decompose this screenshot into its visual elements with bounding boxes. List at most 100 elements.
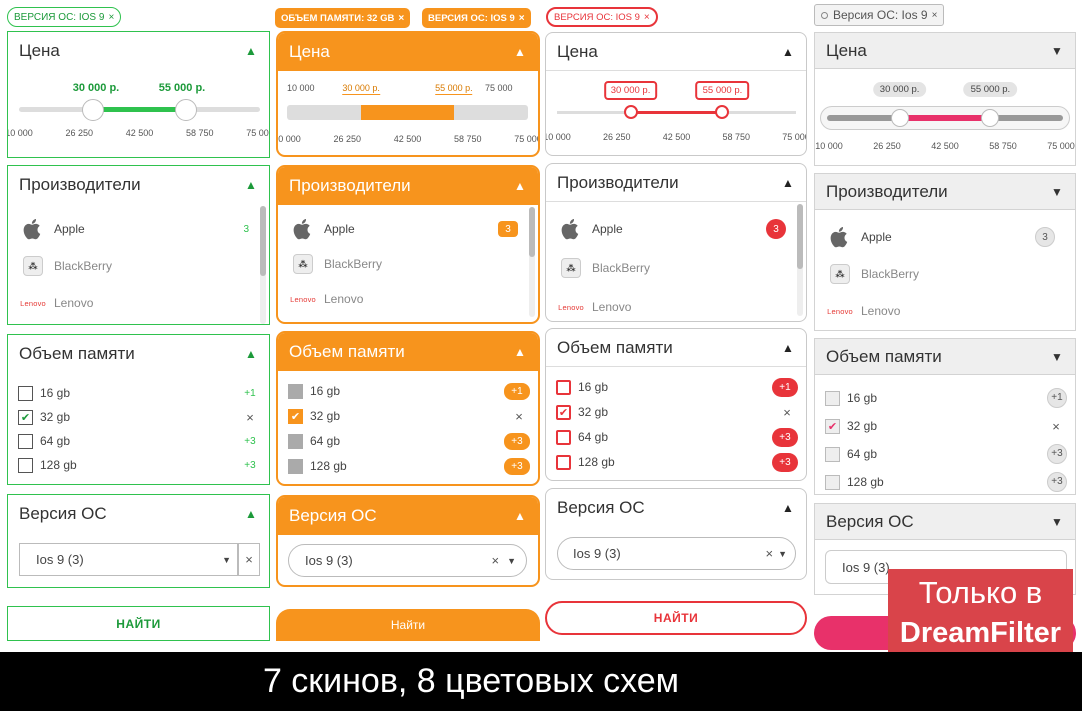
memory-option[interactable]: 128 gb +3 (825, 470, 1067, 494)
brand-item[interactable]: Lenovo Lenovo (288, 284, 518, 314)
panel-header[interactable]: Объем памяти ▲ (8, 335, 269, 373)
active-filter-tag[interactable]: Версия ОС: Ios 9 × (814, 4, 945, 26)
memory-option[interactable]: 16 gb +1 (288, 379, 530, 403)
panel-header[interactable]: Цена ▲ (8, 32, 269, 70)
panel-header[interactable]: Производители ▲ (8, 166, 269, 204)
panel-header[interactable]: Объем памяти ▼ (815, 339, 1075, 375)
checkbox[interactable]: ✔ (288, 408, 303, 424)
checkbox[interactable] (18, 385, 33, 401)
checkbox[interactable]: ✔ (825, 418, 840, 434)
close-icon[interactable]: × (519, 13, 525, 24)
chevron-down-icon[interactable]: ▼ (1039, 185, 1075, 199)
chevron-up-icon[interactable]: ▲ (233, 178, 269, 192)
memory-option[interactable]: ✔ 32 gb × (556, 400, 798, 424)
slider-handle-min[interactable] (890, 109, 909, 127)
chevron-up-icon[interactable]: ▲ (770, 45, 806, 59)
slider-handle-min[interactable] (623, 105, 638, 119)
panel-header[interactable]: Цена ▼ (815, 33, 1075, 69)
checkbox[interactable] (825, 474, 840, 490)
chevron-down-icon[interactable]: ▼ (1039, 515, 1075, 529)
close-icon[interactable]: × (932, 10, 938, 21)
find-button[interactable]: Найти (276, 609, 540, 641)
active-filter-tag[interactable]: ВЕРСИЯ ОС: IOS 9 × (546, 7, 658, 27)
close-icon[interactable]: × (108, 12, 114, 23)
scrollbar[interactable] (797, 204, 803, 269)
slider-handle-max[interactable] (174, 99, 197, 121)
brand-item[interactable]: Lenovo Lenovo (18, 288, 249, 318)
memory-option[interactable]: ✔ 32 gb × (288, 404, 530, 428)
chevron-up-icon[interactable]: ▲ (502, 509, 538, 523)
brand-item[interactable]: Apple 3 (556, 214, 786, 244)
dropdown-arrow-icon[interactable]: ▼ (778, 549, 787, 559)
checkbox[interactable] (288, 458, 303, 474)
remove-icon[interactable]: × (239, 410, 261, 425)
checkbox[interactable]: ✔ (556, 404, 571, 420)
close-icon[interactable]: × (398, 13, 404, 24)
chevron-down-icon[interactable]: ▼ (1039, 350, 1075, 364)
active-filter-tag[interactable]: ВЕРСИЯ ОС: IOS 9 × (7, 7, 122, 27)
memory-option[interactable]: 64 gb +3 (288, 429, 530, 453)
memory-option[interactable]: 16 gb +1 (18, 381, 261, 405)
chevron-up-icon[interactable]: ▲ (233, 44, 269, 58)
memory-option[interactable]: 64 gb +3 (556, 425, 798, 449)
scrollbar[interactable] (260, 206, 266, 276)
dropdown-arrow-icon[interactable]: ▼ (222, 555, 231, 565)
brand-item[interactable]: ⁂ BlackBerry (825, 259, 1055, 289)
checkbox[interactable] (825, 446, 840, 462)
checkbox[interactable] (288, 433, 303, 449)
panel-header[interactable]: Производители ▲ (546, 164, 806, 202)
panel-header[interactable]: Цена ▲ (278, 33, 538, 71)
memory-option[interactable]: 64 gb +3 (825, 442, 1067, 466)
brand-item[interactable]: Apple 3 (18, 214, 249, 244)
scrollbar[interactable] (529, 207, 535, 257)
chevron-up-icon[interactable]: ▲ (770, 501, 806, 515)
brand-item[interactable]: Apple 3 (288, 214, 518, 244)
panel-header[interactable]: Производители ▲ (278, 167, 538, 205)
slider-range[interactable] (361, 105, 454, 120)
chevron-up-icon[interactable]: ▲ (233, 347, 269, 361)
chevron-up-icon[interactable]: ▲ (770, 341, 806, 355)
panel-header[interactable]: Цена ▲ (546, 33, 806, 71)
panel-header[interactable]: Производители ▼ (815, 174, 1075, 210)
active-filter-tag[interactable]: ВЕРСИЯ ОС: IOS 9 × (422, 8, 531, 28)
panel-header[interactable]: Объем памяти ▲ (278, 333, 538, 371)
dropdown-arrow-icon[interactable]: ▼ (507, 556, 516, 566)
checkbox[interactable] (18, 457, 33, 473)
chevron-down-icon[interactable]: ▼ (1039, 44, 1075, 58)
brand-item[interactable]: ⁂ BlackBerry (556, 253, 786, 283)
memory-option[interactable]: 16 gb +1 (825, 386, 1067, 410)
active-filter-tag[interactable]: ОБЪЕМ ПАМЯТИ: 32 GB × (275, 8, 411, 28)
chevron-up-icon[interactable]: ▲ (502, 45, 538, 59)
clear-icon[interactable]: × (491, 553, 499, 568)
find-button[interactable]: НАЙТИ (545, 601, 807, 635)
remove-icon[interactable]: × (776, 405, 798, 420)
panel-header[interactable]: Версия ОС ▲ (546, 489, 806, 527)
memory-option[interactable]: 128 gb +3 (18, 453, 261, 477)
checkbox[interactable] (556, 379, 571, 395)
checkbox[interactable] (18, 433, 33, 449)
memory-option[interactable]: 16 gb +1 (556, 375, 798, 399)
checkbox[interactable] (288, 383, 303, 399)
memory-option[interactable]: 64 gb +3 (18, 429, 261, 453)
clear-select-button[interactable]: × (238, 543, 260, 576)
os-select[interactable]: Ios 9 (3) × ▼ (557, 537, 796, 570)
panel-header[interactable]: Версия ОС ▲ (8, 495, 269, 533)
os-select[interactable]: Ios 9 (3) ▼ (19, 543, 238, 576)
slider-handle-max[interactable] (981, 109, 1000, 127)
checkbox[interactable] (556, 454, 571, 470)
os-select[interactable]: Ios 9 (3) × ▼ (288, 544, 527, 577)
checkbox[interactable] (825, 390, 840, 406)
brand-item[interactable]: Lenovo Lenovo (556, 292, 786, 321)
remove-icon[interactable]: × (1045, 419, 1067, 434)
chevron-up-icon[interactable]: ▲ (233, 507, 269, 521)
panel-header[interactable]: Версия ОС ▲ (278, 497, 538, 535)
brand-item[interactable]: ⁂ BlackBerry (18, 251, 249, 281)
clear-icon[interactable]: × (765, 546, 773, 561)
slider-handle-min[interactable] (82, 99, 105, 121)
memory-option[interactable]: ✔ 32 gb × (18, 405, 261, 429)
brand-item[interactable]: ⁂ BlackBerry (288, 249, 518, 279)
brand-item[interactable]: Lenovo Lenovo (825, 296, 1055, 326)
checkbox[interactable]: ✔ (18, 409, 33, 425)
memory-option[interactable]: ✔ 32 gb × (825, 414, 1067, 438)
slider-handle-max[interactable] (715, 105, 730, 119)
